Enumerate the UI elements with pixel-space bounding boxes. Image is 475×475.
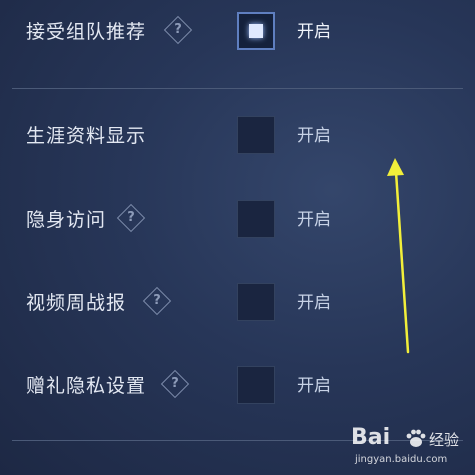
- baidu-jingyan-watermark: Bai 经验 jingyan.baidu.com: [351, 425, 461, 471]
- arrow-up-icon: [387, 158, 410, 354]
- paw-icon: [406, 429, 426, 447]
- privacy-settings-panel: 接受组队推荐 ? 开启 生涯资料显示 开启 隐身访问 ? 开启 视频周战报 ? …: [0, 0, 475, 475]
- watermark-brand: Bai: [351, 425, 391, 450]
- watermark-url: jingyan.baidu.com: [355, 454, 448, 465]
- watermark-product: 经验: [429, 431, 460, 449]
